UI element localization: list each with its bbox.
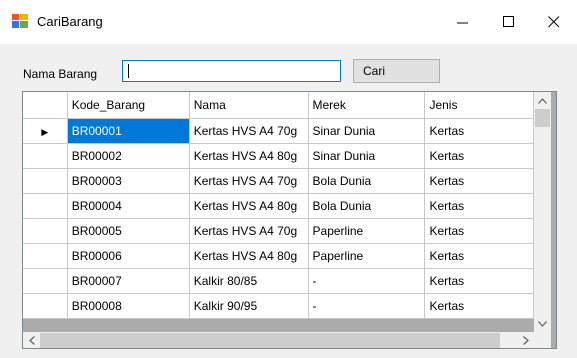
cell-jenis[interactable]: Kertas xyxy=(424,168,534,194)
chevron-right-icon xyxy=(522,336,529,345)
cari-button[interactable]: Cari xyxy=(353,59,440,83)
cell-jenis[interactable]: Kertas xyxy=(424,118,534,144)
row-header[interactable] xyxy=(23,168,68,194)
table-row[interactable]: BR00004 Kertas HVS A4 80g Bola Dunia Ker… xyxy=(23,193,534,219)
cell-nama[interactable]: Kertas HVS A4 70g xyxy=(189,168,309,194)
row-header[interactable] xyxy=(23,143,68,169)
cell-jenis[interactable]: Kertas xyxy=(424,268,534,294)
table-row[interactable]: BR00006 Kertas HVS A4 80g Paperline Kert… xyxy=(23,243,534,269)
text-caret xyxy=(128,64,129,78)
maximize-button[interactable] xyxy=(486,0,532,44)
cell-jenis[interactable]: Kertas xyxy=(424,218,534,244)
chevron-left-icon xyxy=(28,336,35,345)
cell-kode-barang[interactable]: BR00002 xyxy=(67,143,190,169)
horizontal-scroll-thumb[interactable] xyxy=(40,333,500,348)
table-row[interactable]: BR00008 Kalkir 90/95 - Kertas xyxy=(23,293,534,319)
window-title: CariBarang xyxy=(37,14,103,29)
horizontal-scrollbar[interactable] xyxy=(23,332,534,348)
table-row[interactable]: BR00003 Kertas HVS A4 70g Bola Dunia Ker… xyxy=(23,168,534,194)
header-row: Kode_Barang Nama Merek Jenis xyxy=(23,92,534,119)
column-header-kode-barang[interactable]: Kode_Barang xyxy=(67,92,190,119)
row-header[interactable] xyxy=(23,268,68,294)
cell-nama[interactable]: Kalkir 80/85 xyxy=(189,268,309,294)
table-row[interactable]: ▶ BR00001 Kertas HVS A4 70g Sinar Dunia … xyxy=(23,118,534,144)
scroll-down-button[interactable] xyxy=(534,315,551,332)
cell-kode-barang[interactable]: BR00003 xyxy=(67,168,190,194)
cell-merek[interactable]: Bola Dunia xyxy=(308,168,426,194)
maximize-icon xyxy=(503,16,514,27)
scroll-up-button[interactable] xyxy=(534,92,551,109)
cell-kode-barang[interactable]: BR00007 xyxy=(67,268,190,294)
cell-merek[interactable]: Paperline xyxy=(308,218,426,244)
column-header-merek[interactable]: Merek xyxy=(308,92,426,119)
cell-kode-barang[interactable]: BR00008 xyxy=(67,293,190,319)
cell-merek[interactable]: Sinar Dunia xyxy=(308,118,426,144)
title-bar: CariBarang xyxy=(0,0,577,44)
row-header[interactable] xyxy=(23,193,68,219)
cell-jenis[interactable]: Kertas xyxy=(424,243,534,269)
cell-nama[interactable]: Kalkir 90/95 xyxy=(189,293,309,319)
close-icon xyxy=(548,16,560,28)
cell-nama[interactable]: Kertas HVS A4 80g xyxy=(189,243,309,269)
barang-data-grid[interactable]: Kode_Barang Nama Merek Jenis ▶ BR00001 K… xyxy=(22,91,557,349)
cell-kode-barang[interactable]: BR00005 xyxy=(67,218,190,244)
cell-merek[interactable]: Bola Dunia xyxy=(308,193,426,219)
row-header[interactable] xyxy=(23,293,68,319)
row-header[interactable]: ▶ xyxy=(23,118,68,144)
cell-nama[interactable]: Kertas HVS A4 70g xyxy=(189,218,309,244)
close-button[interactable] xyxy=(531,0,577,44)
table-row[interactable]: BR00002 Kertas HVS A4 80g Sinar Dunia Ke… xyxy=(23,143,534,169)
app-icon xyxy=(12,14,28,28)
table-row[interactable]: BR00005 Kertas HVS A4 70g Paperline Kert… xyxy=(23,218,534,244)
cell-merek[interactable]: - xyxy=(308,268,426,294)
vertical-scrollbar[interactable] xyxy=(534,92,551,332)
cell-jenis[interactable]: Kertas xyxy=(424,143,534,169)
column-header-jenis[interactable]: Jenis xyxy=(424,92,534,119)
table-row[interactable]: BR00007 Kalkir 80/85 - Kertas xyxy=(23,268,534,294)
barang-table: Kode_Barang Nama Merek Jenis ▶ BR00001 K… xyxy=(23,92,534,319)
current-row-arrow-icon: ▶ xyxy=(41,126,49,137)
cell-jenis[interactable]: Kertas xyxy=(424,193,534,219)
vertical-scroll-thumb[interactable] xyxy=(535,109,550,127)
cell-jenis[interactable]: Kertas xyxy=(424,293,534,319)
chevron-down-icon xyxy=(538,320,547,327)
nama-barang-input[interactable] xyxy=(122,60,341,82)
row-header[interactable] xyxy=(23,243,68,269)
cell-merek[interactable]: - xyxy=(308,293,426,319)
chevron-up-icon xyxy=(538,97,547,104)
scroll-left-button[interactable] xyxy=(23,332,40,348)
scrollbar-corner xyxy=(534,332,551,348)
column-header-nama[interactable]: Nama xyxy=(189,92,309,119)
nama-barang-label: Nama Barang xyxy=(23,67,98,81)
cell-merek[interactable]: Sinar Dunia xyxy=(308,143,426,169)
cell-kode-barang[interactable]: BR00001 xyxy=(67,118,190,144)
corner-header[interactable] xyxy=(23,92,68,119)
minimize-icon xyxy=(457,22,468,24)
scroll-right-button[interactable] xyxy=(517,332,534,348)
cell-nama[interactable]: Kertas HVS A4 80g xyxy=(189,143,309,169)
cell-nama[interactable]: Kertas HVS A4 70g xyxy=(189,118,309,144)
cell-kode-barang[interactable]: BR00004 xyxy=(67,193,190,219)
cell-nama[interactable]: Kertas HVS A4 80g xyxy=(189,193,309,219)
cell-kode-barang[interactable]: BR00006 xyxy=(67,243,190,269)
row-header[interactable] xyxy=(23,218,68,244)
minimize-button[interactable] xyxy=(440,0,486,44)
cell-merek[interactable]: Paperline xyxy=(308,243,426,269)
